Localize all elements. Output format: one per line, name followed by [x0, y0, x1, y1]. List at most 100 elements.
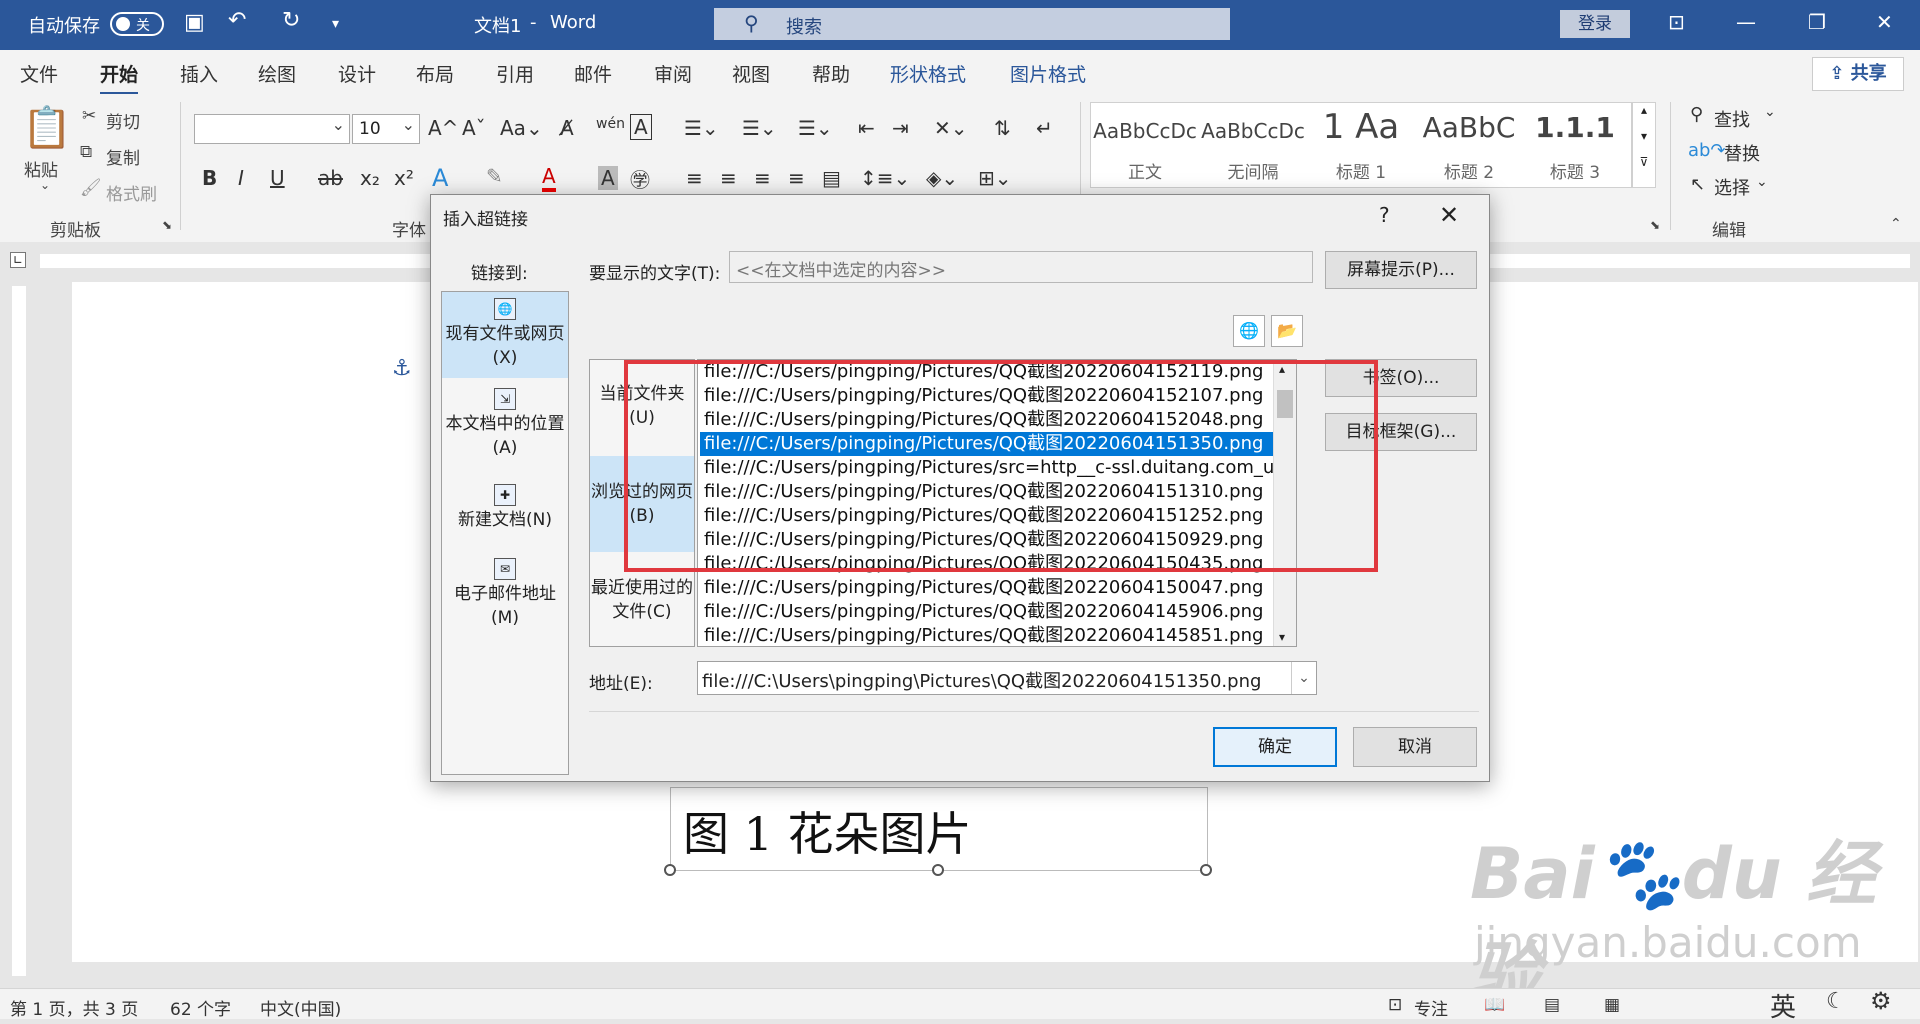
screentip-button[interactable]: 屏幕提示(P)... — [1325, 251, 1477, 289]
align-right-icon[interactable]: ≡ — [754, 166, 771, 190]
address-field[interactable]: file:///C:\Users\pingping\Pictures\QQ截图2… — [697, 661, 1317, 695]
sort-icon[interactable]: ⇅ — [994, 116, 1011, 140]
asian-layout-icon[interactable]: ✕⌄ — [934, 116, 968, 140]
subscript-button[interactable]: x₂ — [360, 166, 380, 190]
font-size-combo[interactable]: 10 — [352, 114, 420, 144]
bullets-icon[interactable]: ☰⌄ — [684, 116, 719, 140]
select-icon[interactable]: ↖ — [1690, 174, 1705, 195]
read-mode-icon[interactable]: 📖 — [1484, 995, 1505, 1015]
italic-button[interactable]: I — [238, 166, 244, 190]
minimize-icon[interactable]: — — [1736, 10, 1756, 34]
text-effects-icon[interactable]: A — [432, 164, 448, 192]
undo-icon[interactable]: ↶ — [228, 8, 246, 33]
paste-dropdown-icon[interactable]: ⌄ — [40, 178, 50, 192]
line-spacing-icon[interactable]: ↕≡⌄ — [860, 166, 910, 190]
find-dropdown-icon[interactable]: ⌄ — [1764, 104, 1776, 120]
redo-icon[interactable]: ↻ — [282, 8, 300, 33]
search-box[interactable]: ⚲ 搜索 — [714, 8, 1230, 40]
format-painter-button[interactable]: 格式刷 — [106, 180, 157, 205]
ruler-bar[interactable] — [12, 286, 26, 976]
tab-design[interactable]: 设计 — [338, 60, 376, 87]
ribbon-display-icon[interactable]: ⊡ — [1668, 10, 1685, 34]
cut-button[interactable]: 剪切 — [106, 108, 140, 133]
tab-layout[interactable]: 布局 — [416, 60, 454, 87]
more-styles-icon[interactable]: ⊽ — [1633, 155, 1655, 169]
save-icon[interactable]: ▣ — [184, 10, 205, 35]
highlight-icon[interactable]: ✎ — [486, 164, 503, 188]
style-normal[interactable]: AaBbCcDc 正文 — [1093, 103, 1197, 187]
help-button[interactable]: ? — [1379, 203, 1390, 227]
styles-launcher-icon[interactable]: ⬊ — [1650, 218, 1660, 232]
settings-icon[interactable]: ⚙ — [1870, 987, 1892, 1015]
restore-icon[interactable]: ❐ — [1808, 10, 1826, 34]
clipboard-launcher-icon[interactable]: ⬊ — [162, 218, 172, 232]
link-place-in-doc[interactable]: ⇲ 本文档中的位置(A) — [442, 382, 568, 462]
print-layout-icon[interactable]: ▤ — [1544, 995, 1560, 1015]
enclose-char-icon[interactable]: ㊫ — [630, 164, 650, 193]
font-name-combo[interactable] — [194, 114, 350, 144]
browse-file-icon[interactable]: 📂 — [1271, 315, 1303, 347]
font-color-icon[interactable]: A — [542, 164, 556, 192]
replace-button[interactable]: 替换 — [1724, 140, 1760, 166]
shading-icon[interactable]: ◈⌄ — [926, 166, 958, 190]
format-painter-icon[interactable]: 🖌 — [80, 178, 102, 198]
ime-indicator[interactable]: 英 — [1770, 987, 1796, 1024]
select-button[interactable]: 选择 — [1714, 174, 1750, 200]
scroll-down-icon[interactable]: ▾ — [1279, 630, 1285, 644]
strikethrough-button[interactable]: ab — [318, 166, 343, 190]
share-button[interactable]: ⇪ 共享 — [1812, 57, 1904, 91]
dialog-close-icon[interactable]: ✕ — [1439, 201, 1459, 229]
browse-web-icon[interactable]: 🌐 — [1233, 315, 1265, 347]
close-icon[interactable]: ✕ — [1876, 10, 1893, 34]
cancel-button[interactable]: 取消 — [1353, 727, 1477, 767]
phonetic-guide-icon[interactable]: wén — [596, 116, 625, 132]
align-center-icon[interactable]: ≡ — [720, 166, 737, 190]
copy-button[interactable]: 复制 — [106, 144, 140, 169]
distribute-icon[interactable]: ▤ — [822, 166, 841, 190]
list-item[interactable]: file:///C:/Users/pingping/Pictures/QQ截图2… — [700, 576, 1296, 600]
show-marks-icon[interactable]: ↵ — [1036, 116, 1053, 140]
tab-mailings[interactable]: 邮件 — [574, 60, 612, 87]
ok-button[interactable]: 确定 — [1213, 727, 1337, 767]
justify-icon[interactable]: ≡ — [788, 166, 805, 190]
bold-button[interactable]: B — [202, 166, 217, 190]
login-button[interactable]: 登录 — [1560, 10, 1630, 38]
decrease-indent-icon[interactable]: ⇤ — [858, 116, 875, 140]
tab-references[interactable]: 引用 — [496, 60, 534, 87]
replace-icon[interactable]: ab↷ — [1688, 140, 1726, 161]
resize-handle[interactable] — [932, 864, 944, 876]
tab-review[interactable]: 审阅 — [654, 60, 692, 87]
style-heading-3[interactable]: 1.1.1 标题 3 — [1523, 103, 1627, 187]
superscript-button[interactable]: x² — [394, 166, 414, 190]
figure-caption[interactable]: 图 1 花朵图片 — [670, 787, 1208, 871]
char-shading-icon[interactable]: A — [598, 166, 618, 190]
grow-font-icon[interactable]: A^ — [428, 116, 458, 140]
list-item[interactable]: file:///C:/Users/pingping/Pictures/QQ截图2… — [700, 624, 1296, 646]
change-case-icon[interactable]: Aa⌄ — [500, 116, 543, 140]
tab-file[interactable]: 文件 — [20, 60, 58, 87]
copy-icon[interactable]: ⧉ — [80, 142, 92, 162]
find-icon[interactable]: ⚲ — [1690, 104, 1703, 125]
underline-button[interactable]: U — [270, 166, 285, 190]
clear-format-icon[interactable]: A̸ — [560, 116, 574, 140]
scroll-down-icon[interactable]: ▾ — [1633, 129, 1655, 143]
select-dropdown-icon[interactable]: ⌄ — [1756, 174, 1768, 190]
link-existing-file[interactable]: 🌐 现有文件或网页(X) — [442, 292, 568, 378]
increase-indent-icon[interactable]: ⇥ — [892, 116, 909, 140]
link-email-address[interactable]: ✉ 电子邮件地址(M) — [442, 552, 568, 632]
language[interactable]: 中文(中国) — [260, 995, 341, 1020]
customize-qat-icon[interactable]: ▾ — [332, 16, 339, 32]
style-heading-1[interactable]: 1 Aa 标题 1 — [1309, 103, 1413, 187]
link-new-document[interactable]: ✚ 新建文档(N) — [442, 478, 568, 538]
moon-icon[interactable]: ☾ — [1826, 989, 1846, 1014]
align-left-icon[interactable]: ≡ — [686, 166, 703, 190]
shrink-font-icon[interactable]: Aˇ — [462, 116, 486, 140]
styles-scroll[interactable]: ▴ ▾ ⊽ — [1632, 102, 1656, 188]
collapse-ribbon-icon[interactable]: ⌃ — [1890, 216, 1902, 232]
page-count[interactable]: 第 1 页，共 3 页 — [10, 995, 138, 1020]
char-border-icon[interactable]: A — [630, 114, 652, 140]
look-in-recent-files[interactable]: 最近使用过的文件(C) — [590, 576, 694, 630]
resize-handle[interactable] — [664, 864, 676, 876]
multilevel-icon[interactable]: ☰⌄ — [798, 116, 833, 140]
focus-icon[interactable]: ⊡ — [1388, 995, 1402, 1015]
